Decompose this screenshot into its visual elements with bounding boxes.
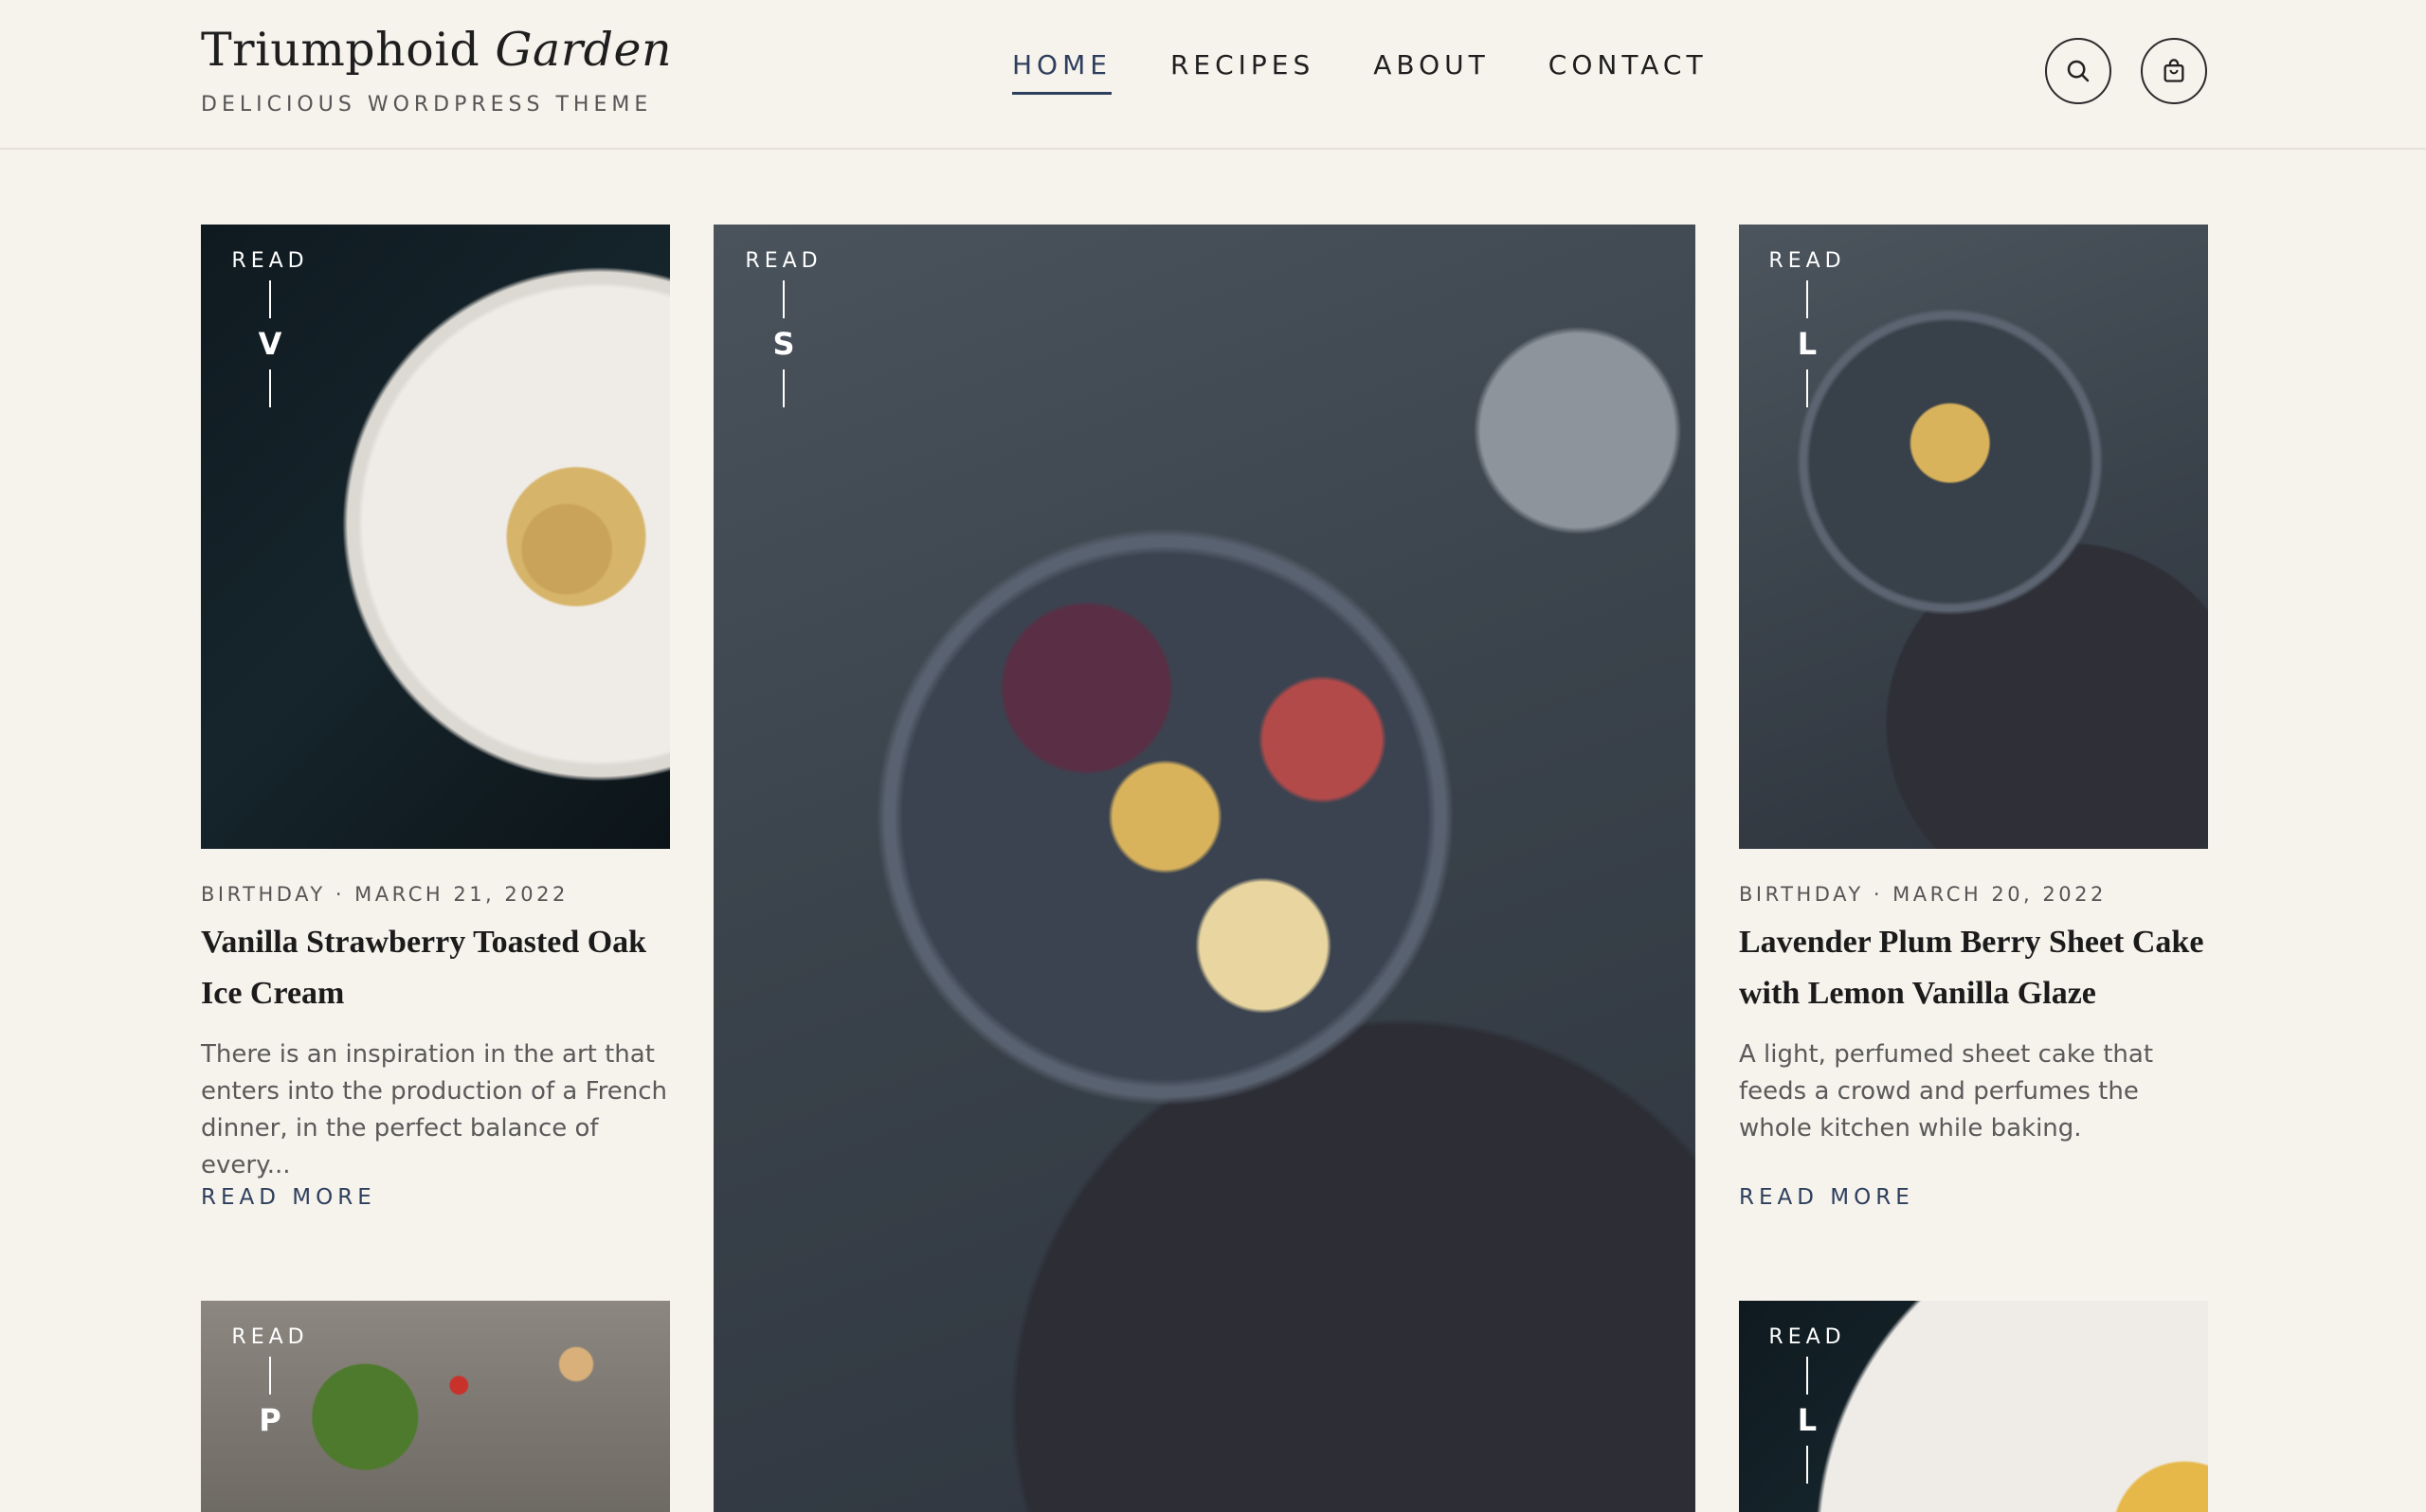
read-label: READ (745, 249, 823, 273)
read-tag: READ P (227, 1325, 313, 1438)
nav-item-about[interactable]: ABOUT (1373, 49, 1490, 95)
read-tag: READ L (1765, 1325, 1850, 1491)
read-label: READ (231, 249, 309, 273)
divider (1806, 1357, 1808, 1395)
post-title[interactable]: Vanilla Strawberry Toasted Oak Ice Cream (201, 917, 675, 1019)
read-tag: READ S (741, 249, 826, 415)
nav-item-recipes[interactable]: RECIPES (1170, 49, 1314, 95)
search-icon (2067, 60, 2090, 82)
site-title-italic: Garden (495, 23, 673, 77)
site-tagline: DELICIOUS WORDPRESS THEME (201, 93, 653, 117)
post-image-platter[interactable] (714, 225, 1695, 1512)
divider (1806, 280, 1808, 318)
read-letter: S (772, 326, 795, 362)
main-nav: HOME RECIPES ABOUT CONTACT (1012, 49, 1766, 95)
post-meta: BIRTHDAY · MARCH 21, 2022 (201, 883, 569, 906)
divider (783, 369, 785, 407)
read-label: READ (231, 1325, 309, 1349)
nav-item-contact[interactable]: CONTACT (1548, 49, 1708, 95)
shopping-bag-icon (2163, 59, 2184, 82)
divider (1806, 369, 1808, 407)
read-letter: L (1797, 1402, 1818, 1438)
site-header: Triumphoid Garden DELICIOUS WORDPRESS TH… (0, 0, 2426, 150)
read-letter: V (258, 326, 282, 362)
site-title-main: Triumphoid (201, 23, 480, 77)
read-more-link[interactable]: READ MORE (201, 1185, 376, 1210)
divider (269, 1357, 271, 1395)
divider (269, 280, 271, 318)
read-letter: L (1797, 326, 1818, 362)
read-label: READ (1768, 249, 1846, 273)
post-meta: BIRTHDAY · MARCH 20, 2022 (1739, 883, 2107, 906)
read-more-link[interactable]: READ MORE (1739, 1185, 1914, 1210)
divider (269, 369, 271, 407)
post-excerpt: There is an inspiration in the art that … (201, 1040, 667, 1179)
search-button[interactable] (2045, 38, 2111, 104)
divider (783, 280, 785, 318)
read-label: READ (1768, 1325, 1846, 1349)
nav-item-home[interactable]: HOME (1012, 49, 1112, 95)
post-title[interactable]: Lavender Plum Berry Sheet Cake with Lemo… (1739, 917, 2213, 1019)
site-logo[interactable]: Triumphoid Garden (201, 23, 672, 77)
read-tag: READ V (227, 249, 313, 415)
cart-button[interactable] (2141, 38, 2207, 104)
post-excerpt: A light, perfumed sheet cake that feeds … (1739, 1040, 2154, 1143)
divider (1806, 1446, 1808, 1484)
read-letter: P (259, 1402, 281, 1438)
read-tag: READ L (1765, 249, 1850, 415)
